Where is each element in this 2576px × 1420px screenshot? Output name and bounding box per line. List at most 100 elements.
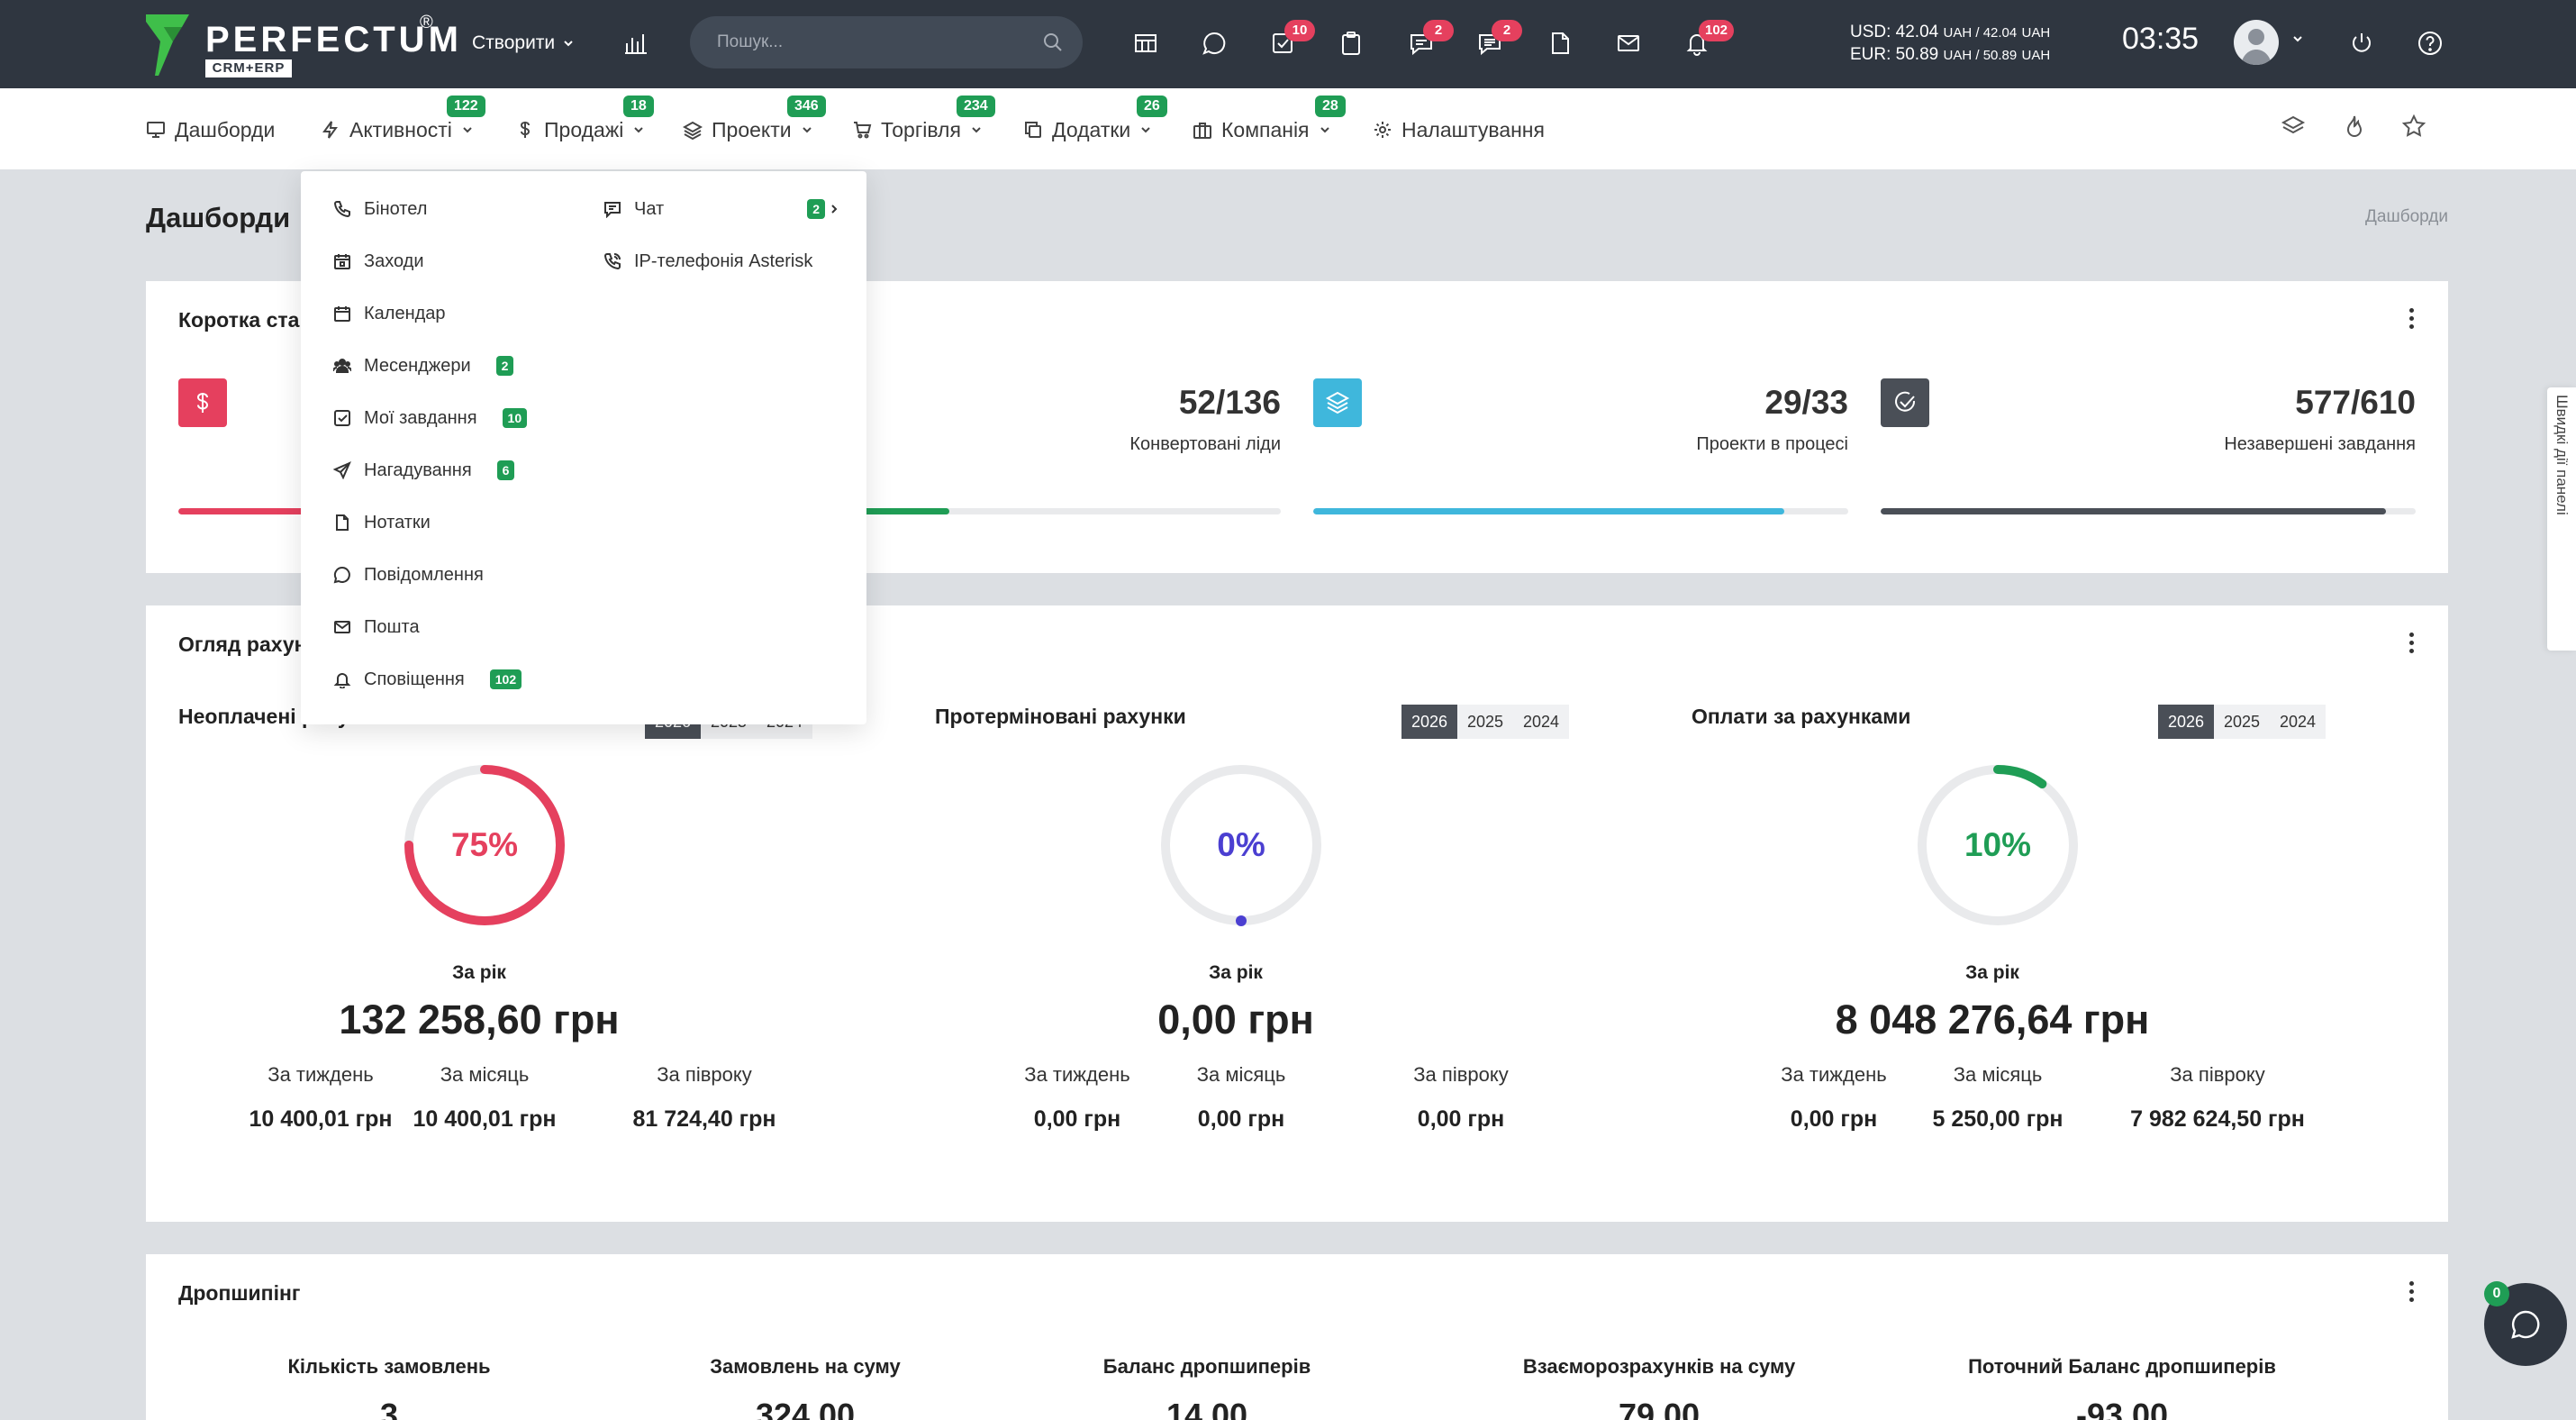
- layers-button[interactable]: [2281, 114, 2313, 146]
- reports-button[interactable]: [616, 23, 656, 63]
- eur-rate-unit: UAH: [2021, 48, 2051, 63]
- clock: 03:35: [2122, 22, 2200, 56]
- tab-year[interactable]: 2025: [2214, 705, 2270, 739]
- menu-item-events[interactable]: Заходи: [333, 247, 424, 276]
- menu-item-my-tasks[interactable]: Мої завдання 10: [333, 404, 528, 432]
- chat-button[interactable]: [1194, 23, 1234, 63]
- menu-item-chat[interactable]: Чат 2: [603, 195, 839, 223]
- year-label: За рік: [452, 962, 506, 983]
- menu-badge: 2: [495, 356, 514, 376]
- tab-year[interactable]: 2026: [2158, 705, 2214, 739]
- help-button[interactable]: [2410, 23, 2450, 63]
- menu-item-label: Повідомлення: [364, 564, 484, 585]
- documents-button[interactable]: [1540, 23, 1580, 63]
- nav-trade[interactable]: Торгівля 234: [852, 96, 995, 144]
- mail-icon: [1618, 35, 1639, 51]
- user-avatar[interactable]: [2234, 20, 2279, 65]
- menu-item-binotel[interactable]: Бінотел: [333, 195, 427, 223]
- menu-item-messengers[interactable]: Месенджери 2: [333, 351, 514, 380]
- checkbox-icon: [334, 410, 350, 426]
- chat-bubble-icon: [333, 566, 350, 584]
- eur-rate-mid: UAH / 50.89: [1943, 48, 2018, 63]
- dropship-value: 14.00: [1166, 1397, 1248, 1420]
- year-label: За рік: [1965, 962, 2019, 983]
- nav-badge: 122: [447, 96, 485, 117]
- messenger-button[interactable]: 2: [1401, 20, 1454, 63]
- fire-button[interactable]: [2342, 114, 2374, 146]
- dropship-label: Взаєморозрахунків на суму: [1522, 1355, 1796, 1378]
- more-menu-icon[interactable]: [2407, 1281, 2416, 1305]
- period-month: За місяць 0,00 грн: [1142, 1063, 1340, 1133]
- more-menu-icon[interactable]: [2407, 308, 2416, 332]
- nav-badge: 26: [1137, 96, 1167, 117]
- period-label: За місяць: [440, 1063, 530, 1086]
- brand-logo[interactable]: PERFECTUM ® CRM+ERP: [146, 13, 458, 77]
- menu-item-calendar[interactable]: Календар: [333, 299, 446, 328]
- nav-projects[interactable]: Проекти 346: [683, 96, 826, 144]
- notes-button[interactable]: 2: [1470, 20, 1522, 63]
- table-icon: [1135, 34, 1156, 52]
- tab-year[interactable]: 2024: [2270, 705, 2326, 739]
- logout-button[interactable]: [2342, 23, 2381, 63]
- calendar-table-button[interactable]: [1126, 23, 1166, 63]
- favorites-button[interactable]: [2401, 114, 2434, 146]
- menu-item-messages[interactable]: Повідомлення: [333, 560, 484, 589]
- chat-bubble-icon: [2511, 1310, 2540, 1339]
- nav-sales[interactable]: Продажі 18: [515, 96, 654, 144]
- chevron-down-icon: [972, 127, 981, 133]
- period-label: За півроку: [2170, 1063, 2265, 1086]
- invoice-column: Оплати за рахунками 2026 2025 2024 10% З…: [1659, 692, 2326, 1179]
- card-title: Огляд рахун: [178, 633, 307, 656]
- menu-item-label: Сповіщення: [364, 669, 465, 689]
- more-menu-icon[interactable]: [2407, 633, 2416, 656]
- users-icon: [333, 359, 351, 373]
- search-icon[interactable]: [1043, 32, 1063, 52]
- nav-badge: 28: [1315, 96, 1346, 117]
- nav-label: Продажі: [544, 117, 624, 141]
- nav-activities[interactable]: Активності 122: [321, 96, 485, 144]
- usd-rate-mid: UAH / 42.04: [1943, 25, 2018, 41]
- tasks-button[interactable]: 10: [1263, 20, 1315, 63]
- message-square-icon: [604, 202, 621, 218]
- nav-addons[interactable]: Додатки 26: [1023, 96, 1167, 144]
- chat-badge-top: 2: [1423, 20, 1454, 41]
- period-value: 7 982 624,50 грн: [2130, 1106, 2305, 1132]
- menu-item-label: Пошта: [364, 616, 420, 637]
- tab-year[interactable]: 2026: [1401, 705, 1457, 739]
- nav-settings[interactable]: Налаштування: [1373, 115, 1545, 144]
- layers-icon: [683, 121, 703, 140]
- menu-item-notes[interactable]: Нотатки: [333, 508, 431, 537]
- tab-year[interactable]: 2024: [1513, 705, 1569, 739]
- menu-item-asterisk[interactable]: IP-телефонія Asterisk: [603, 247, 812, 276]
- year-tabs: 2026 2025 2024: [2158, 705, 2326, 739]
- quick-actions-tab[interactable]: Швидкі дії панелі: [2547, 387, 2576, 651]
- breadcrumb[interactable]: Дашборди: [2365, 207, 2448, 227]
- notifications-button[interactable]: 102: [1677, 20, 1735, 63]
- menu-item-mail[interactable]: Пошта: [333, 613, 420, 642]
- menu-item-notifications[interactable]: Сповіщення 102: [333, 665, 522, 694]
- menu-badge: 102: [489, 669, 522, 689]
- usd-rate-unit: UAH: [2021, 25, 2051, 41]
- create-button[interactable]: Створити: [472, 27, 575, 59]
- top-bar: PERFECTUM ® CRM+ERP Створити 10 2 2: [0, 0, 2576, 88]
- menu-badge: 2: [807, 199, 825, 219]
- page-title: Дашборди: [146, 202, 291, 233]
- nav-dashboards[interactable]: Дашборди: [146, 115, 275, 144]
- menu-item-reminders[interactable]: Нагадування 6: [333, 456, 515, 485]
- layers-icon: [1313, 378, 1362, 427]
- quick-actions-label: Швидкі дії панелі: [2553, 395, 2571, 515]
- nav-label: Компанія: [1221, 117, 1310, 141]
- clipboard-button[interactable]: [1331, 23, 1371, 63]
- nav-company[interactable]: Компанія 28: [1193, 96, 1346, 144]
- brand-sub: CRM+ERP: [205, 59, 292, 77]
- fire-icon: [2346, 115, 2363, 137]
- briefcase-icon: [1193, 123, 1211, 139]
- chevron-down-icon[interactable]: [2291, 32, 2304, 45]
- dropship-stat: Баланс дропшиперів 14.00: [1018, 1355, 1396, 1420]
- mail-button[interactable]: [1609, 23, 1648, 63]
- search-input[interactable]: [717, 16, 1023, 68]
- tab-year[interactable]: 2025: [1457, 705, 1513, 739]
- layers-icon: [2281, 115, 2306, 134]
- menu-badge: 6: [496, 460, 515, 480]
- chevron-down-icon: [802, 127, 812, 133]
